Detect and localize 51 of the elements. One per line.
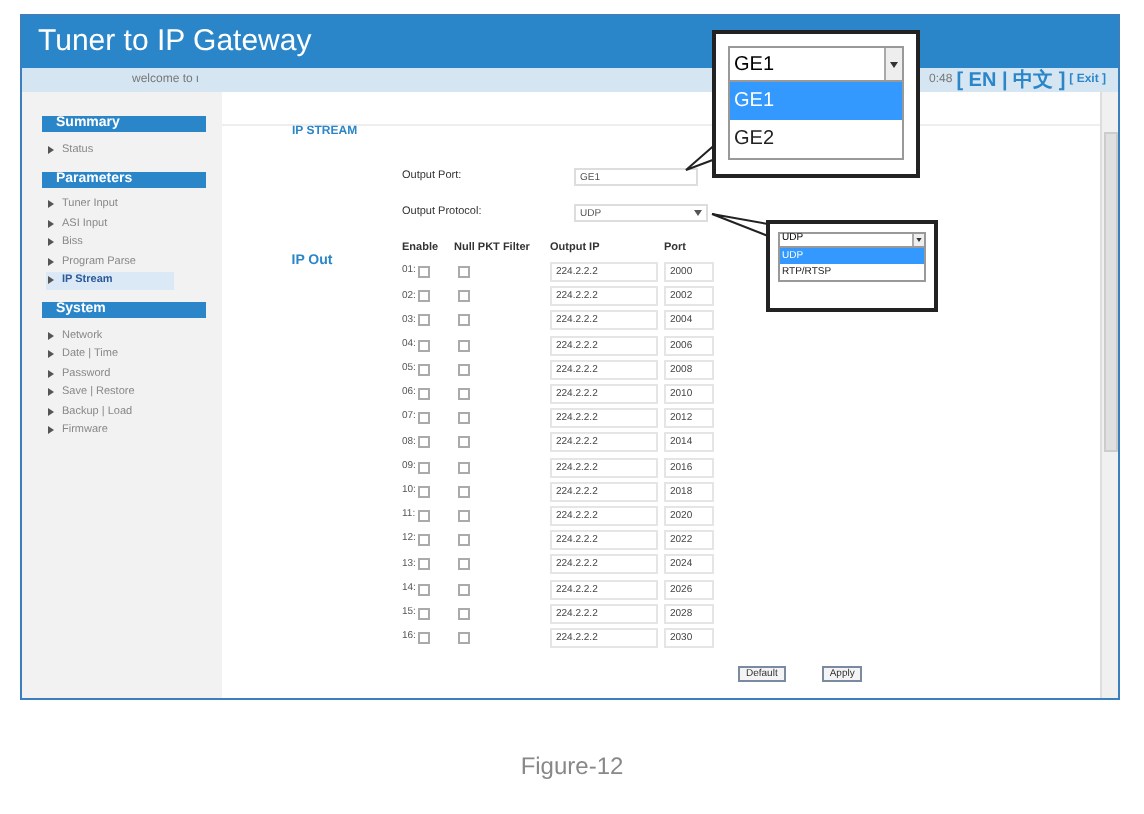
checkbox[interactable]	[417, 461, 430, 474]
triangle-icon	[48, 369, 54, 378]
checkbox[interactable]	[458, 339, 470, 352]
checkbox[interactable]	[458, 583, 470, 596]
triangle-icon	[48, 388, 54, 397]
checkbox[interactable]	[458, 607, 470, 620]
triangle-icon	[48, 219, 54, 228]
checkbox[interactable]	[458, 388, 470, 401]
checkbox[interactable]	[417, 558, 430, 571]
caret-icon	[694, 209, 702, 215]
triangle-icon	[48, 426, 54, 435]
figure-caption: Figure-12	[520, 750, 624, 784]
triangle-icon	[48, 331, 54, 340]
checkbox[interactable]	[458, 314, 470, 327]
checkbox[interactable]	[417, 266, 430, 279]
triangle-icon	[48, 276, 54, 285]
checkbox[interactable]	[458, 534, 470, 547]
triangle-icon	[48, 200, 54, 209]
checkbox[interactable]	[417, 388, 430, 401]
app-title: Tuner to IP Gateway	[38, 21, 312, 62]
checkbox[interactable]	[417, 509, 430, 522]
checkbox[interactable]	[458, 412, 470, 425]
checkbox[interactable]	[417, 583, 430, 596]
triangle-icon	[48, 238, 54, 247]
checkbox[interactable]	[417, 290, 430, 303]
caret-icon	[884, 48, 902, 80]
checkbox[interactable]	[417, 314, 430, 327]
checkbox[interactable]	[458, 631, 470, 644]
scrollbar[interactable]	[1100, 92, 1118, 698]
checkbox[interactable]	[458, 558, 470, 571]
dropdown-select[interactable]: GE1	[728, 46, 904, 82]
checkbox[interactable]	[458, 266, 470, 279]
checkbox[interactable]	[458, 290, 470, 303]
checkbox[interactable]	[458, 509, 470, 522]
checkbox[interactable]	[417, 339, 430, 352]
checkbox[interactable]	[458, 461, 470, 474]
triangle-icon	[48, 145, 54, 154]
checkbox[interactable]	[458, 436, 470, 449]
checkbox[interactable]	[458, 485, 470, 498]
checkbox[interactable]	[458, 363, 470, 376]
checkbox[interactable]	[417, 412, 430, 425]
checkbox[interactable]	[417, 436, 430, 449]
triangle-icon	[48, 407, 54, 416]
checkbox[interactable]	[417, 363, 430, 376]
checkbox[interactable]	[417, 607, 430, 620]
checkbox[interactable]	[417, 631, 430, 644]
checkbox[interactable]	[417, 485, 430, 498]
triangle-icon	[48, 350, 54, 359]
checkbox[interactable]	[417, 534, 430, 547]
triangle-icon	[48, 257, 54, 266]
caret-icon	[912, 234, 924, 246]
